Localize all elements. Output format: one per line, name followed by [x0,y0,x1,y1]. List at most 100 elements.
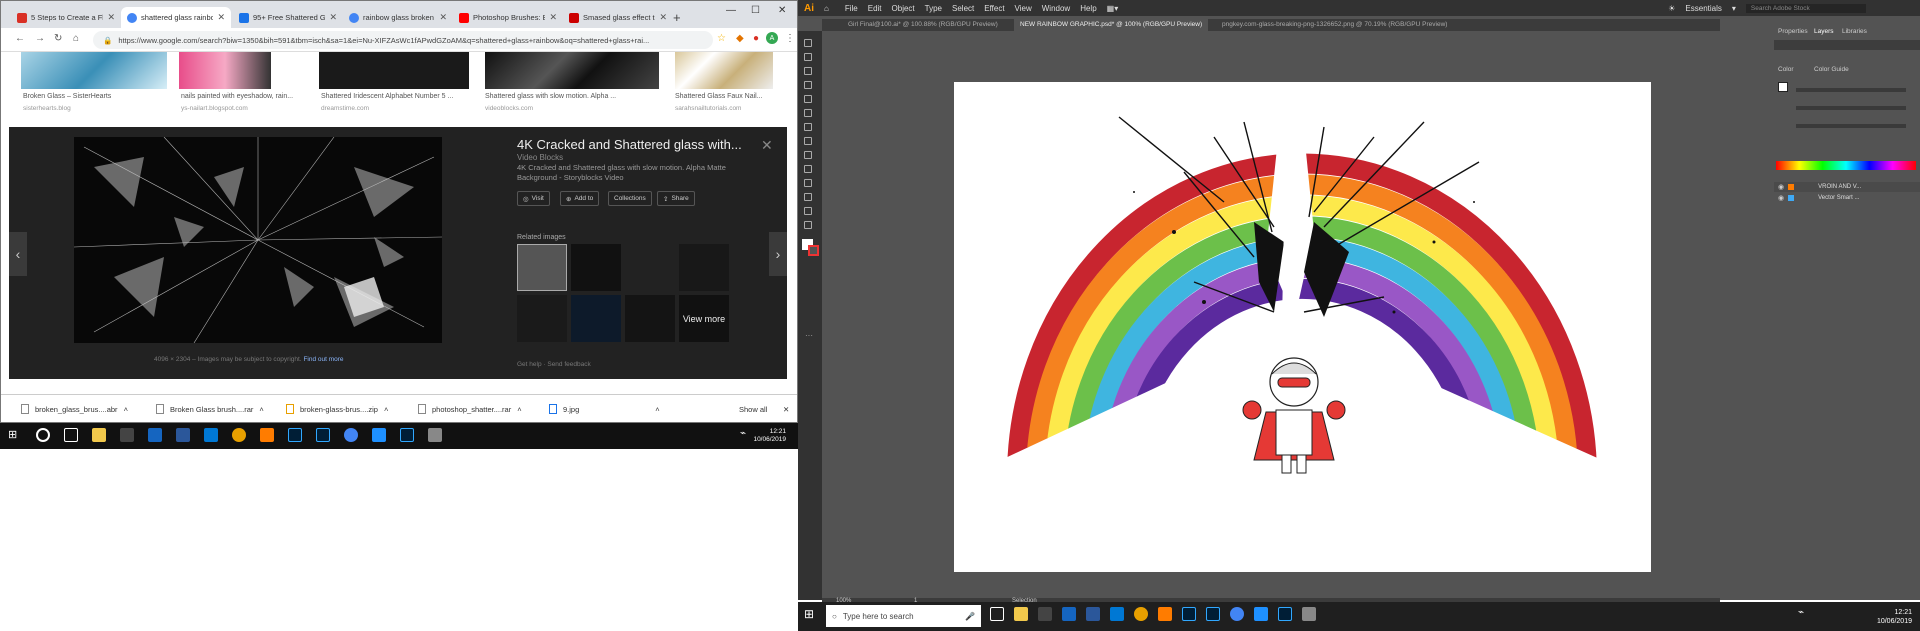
document-tab[interactable]: Girl Final@100.ai* @ 100.88% (RGB/GPU Pr… [842,19,1004,31]
tab-color-guide[interactable]: Color Guide [1814,66,1849,73]
add-to-button[interactable]: ⊕ Add to [560,191,600,206]
send-feedback-link[interactable]: Send feedback [547,361,590,368]
layer-row[interactable]: ◉ Vector Smart ... [1774,193,1920,203]
menu-edit[interactable]: Edit [868,4,882,13]
reload-icon[interactable]: ↻ [54,33,62,44]
maximize-icon[interactable]: ☐ [751,5,760,16]
more-tools-icon[interactable]: ··· [805,331,813,340]
url-bar[interactable]: 🔒 https://www.google.com/search?biw=1350… [93,31,713,49]
result-caption[interactable]: Broken Glass – SisterHearts [23,93,111,100]
fill-color-swatch[interactable] [1778,82,1788,92]
photoshop-icon[interactable] [1278,607,1292,621]
chrome-icon[interactable] [1230,607,1244,621]
stroke-swatch[interactable] [808,245,819,256]
store-icon[interactable] [1038,607,1052,621]
browser-tab[interactable]: rainbow glass broken ✕ [343,7,453,28]
taskbar-clock[interactable]: 12:21 10/06/2019 [753,428,786,444]
eyedropper-tool-icon[interactable] [804,193,812,201]
browser-tab[interactable]: Photoshop Brushes: Br ✕ [453,7,563,28]
close-tab-icon[interactable]: ✕ [329,12,337,23]
system-tray-icon[interactable]: ⌁ [1798,607,1812,621]
rectangle-tool-icon[interactable] [804,95,812,103]
eye-icon[interactable]: ◉ [1778,183,1784,191]
artboard[interactable] [954,82,1651,572]
microphone-icon[interactable]: 🎤 [965,612,975,621]
illustrator-icon[interactable] [260,428,274,442]
hand-tool-icon[interactable] [804,207,812,215]
r-slider[interactable] [1796,88,1906,92]
width-tool-icon[interactable] [804,151,812,159]
chevron-up-icon[interactable]: ˄ [384,405,388,414]
related-image[interactable] [571,244,621,291]
word-icon[interactable] [176,428,190,442]
chevron-down-icon[interactable]: ▾ [1732,4,1736,13]
profile-avatar[interactable]: A [766,32,778,44]
edge-icon[interactable] [1254,607,1268,621]
paintbrush-tool-icon[interactable] [804,109,812,117]
result-thumbnail[interactable] [675,52,773,89]
document-tab[interactable]: pngkey.com-glass-breaking-png-1326652.pn… [1216,19,1453,31]
lightroom-icon[interactable] [1206,607,1220,621]
pen-tool-icon[interactable] [804,67,812,75]
close-tab-icon[interactable]: ✕ [549,12,557,23]
result-thumbnail[interactable] [485,52,659,89]
security-icon[interactable] [148,428,162,442]
magic-wand-tool-icon[interactable] [804,53,812,61]
chevron-up-icon[interactable]: ˄ [517,405,521,414]
layer-row[interactable]: ◉ VROIN AND V... [1774,182,1920,192]
menu-dots-icon[interactable]: ⋮ [785,33,795,44]
result-caption[interactable]: Shattered Glass Faux Nail... [675,93,763,100]
arrange-documents-icon[interactable]: ▦▾ [1107,4,1119,13]
show-all-button[interactable]: Show all [739,401,767,417]
stock-search-input[interactable]: Search Adobe Stock [1745,3,1866,13]
mail-icon[interactable] [1110,607,1124,621]
share-button[interactable]: ⇪ Share [657,191,695,206]
result-thumbnail[interactable] [319,52,469,89]
chevron-up-icon[interactable]: ˄ [259,405,263,414]
related-image[interactable] [571,295,621,342]
layer-name[interactable]: VROIN AND V... [1818,184,1861,190]
home-icon[interactable]: ⌂ [73,33,79,44]
menu-type[interactable]: Type [925,4,942,13]
related-image[interactable] [625,295,675,342]
network-icon[interactable]: ⌁ [740,428,754,442]
taskbar-search[interactable]: ○ Type here to search 🎤 [826,605,981,627]
star-icon[interactable]: ☆ [717,33,726,44]
lightbulb-icon[interactable]: ☀ [1668,4,1675,13]
extension-icon[interactable]: ● [753,33,759,44]
menu-window[interactable]: Window [1042,4,1070,13]
related-image[interactable] [679,244,729,291]
tab-properties[interactable]: Properties [1778,28,1808,35]
view-more-button[interactable]: View more [679,295,729,342]
menu-file[interactable]: File [845,4,858,13]
result-thumbnail[interactable] [21,52,167,89]
menu-view[interactable]: View [1015,4,1032,13]
close-tab-icon[interactable]: ✕ [659,12,667,23]
download-item[interactable]: photoshop_shatter....rar ˄ [418,401,522,417]
result-caption[interactable]: Shattered glass with slow motion. Alpha … [485,93,616,100]
close-window-icon[interactable]: ✕ [778,5,786,16]
related-image[interactable] [517,295,567,342]
document-tab-active[interactable]: NEW RAINBOW GRAPHIC.psd* @ 100% (RGB/GPU… [1014,19,1209,31]
visit-button[interactable]: ◎ Visit [517,191,550,206]
taskbar-clock[interactable]: 12:21 10/06/2019 [1877,608,1912,626]
close-preview-icon[interactable]: ✕ [761,137,773,154]
browser-tab-active[interactable]: shattered glass rainbow ✕ [121,7,231,28]
home-icon[interactable]: ⌂ [824,4,829,13]
shape-builder-tool-icon[interactable] [804,165,812,173]
collections-button[interactable]: Collections [608,191,652,206]
find-out-more-link[interactable]: Find out more [303,356,343,363]
file-explorer-icon[interactable] [92,428,106,442]
g-slider[interactable] [1796,106,1906,110]
get-help-link[interactable]: Get help [517,361,542,368]
related-image[interactable] [625,244,675,291]
close-downloads-icon[interactable]: ✕ [783,401,789,417]
preview-source[interactable]: Video Blocks [517,153,563,162]
menu-object[interactable]: Object [892,4,915,13]
download-item[interactable]: broken-glass-brus....zip ˄ [286,401,388,417]
close-tab-icon[interactable]: ✕ [217,12,225,23]
menu-select[interactable]: Select [952,4,974,13]
zoom-tool-icon[interactable] [804,221,812,229]
browser-tab[interactable]: 5 Steps to Create a Flat ✕ [11,7,121,28]
close-tab-icon[interactable]: ✕ [439,12,447,23]
